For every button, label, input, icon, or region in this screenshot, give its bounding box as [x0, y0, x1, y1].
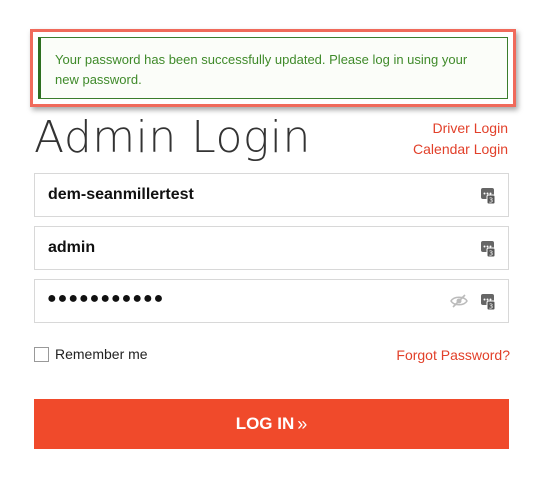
remember-me-checkbox[interactable] [34, 346, 49, 362]
svg-text:3: 3 [489, 303, 493, 311]
remember-me[interactable]: Remember me [34, 346, 148, 362]
eye-slash-icon[interactable] [450, 294, 468, 308]
driver-login-link[interactable]: Driver Login [433, 120, 508, 136]
password-manager-key-icon[interactable]: 3 [481, 292, 495, 310]
success-message: Your password has been successfully upda… [55, 52, 468, 87]
page-title: Admin Login [34, 112, 311, 163]
username-value: dem-seanmillertest [48, 186, 194, 203]
login-button[interactable]: LOG IN » [34, 399, 509, 449]
forgot-password-link[interactable]: Forgot Password? [396, 347, 510, 363]
remember-me-label[interactable]: Remember me [55, 346, 148, 362]
login-button-label: LOG IN [235, 414, 295, 433]
double-chevron-right-icon: » [297, 413, 308, 434]
email-value: admin [48, 239, 96, 256]
calendar-login-link[interactable]: Calendar Login [413, 141, 508, 157]
svg-text:3: 3 [489, 197, 493, 205]
username-field[interactable]: dem-seanmillertest 3 [34, 173, 509, 217]
success-alert-highlight: Your password has been successfully upda… [30, 29, 516, 107]
svg-text:3: 3 [489, 250, 493, 258]
password-value: ●●●●●●●●●●● [47, 290, 165, 307]
email-field[interactable]: admin 3 [34, 226, 509, 270]
password-manager-key-icon[interactable]: 3 [481, 186, 495, 204]
success-alert: Your password has been successfully upda… [38, 37, 508, 99]
password-manager-key-icon[interactable]: 3 [481, 239, 495, 257]
password-field[interactable]: ●●●●●●●●●●● 3 [34, 279, 509, 323]
